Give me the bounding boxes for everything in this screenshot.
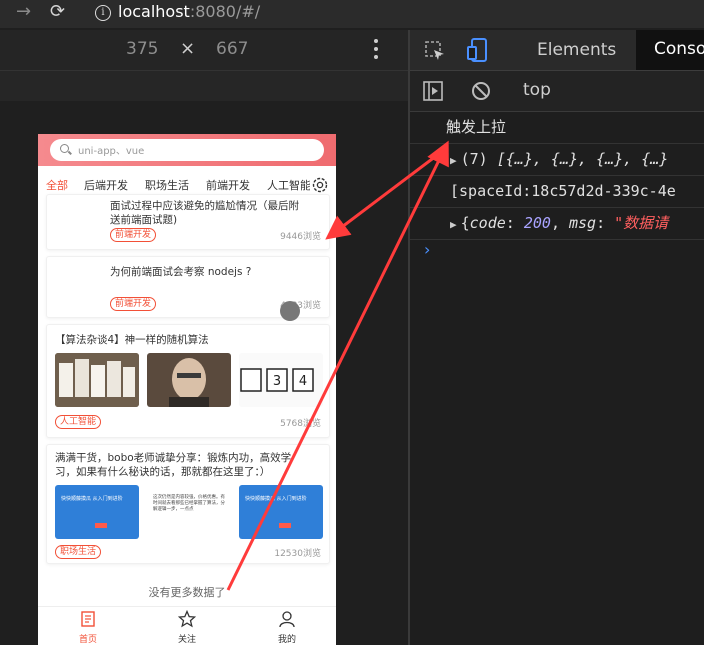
search-icon — [60, 144, 69, 153]
back-arrow-icon[interactable]: → — [16, 1, 31, 22]
clear-console-icon[interactable] — [470, 80, 492, 102]
console-line[interactable]: ▶ (7) [{…}, {…}, {…}, {…} — [410, 144, 704, 176]
svg-text:4: 4 — [299, 374, 307, 389]
context-selector[interactable]: top — [523, 80, 551, 100]
article-thumbnail — [55, 353, 139, 407]
tab-backend[interactable]: 后端开发 — [84, 177, 128, 193]
device-ruler — [0, 71, 408, 101]
article-card[interactable]: 满满干货，bobo老师诚挚分享：锻炼内功，高效学 习，如果有什么秘诀的话，那就都… — [46, 444, 330, 564]
tabbar-label: 我的 — [277, 635, 296, 645]
touch-cursor — [280, 301, 300, 321]
gear-icon[interactable] — [310, 175, 330, 195]
inspect-element-icon[interactable] — [424, 40, 446, 62]
star-icon — [177, 609, 197, 628]
article-card[interactable]: 【算法杂谈4】神一样的随机算法 34 人工智能 5768浏览 — [46, 324, 330, 438]
device-toolbar: 375 × 667 — [0, 30, 408, 71]
dimension-separator: × — [180, 38, 196, 59]
device-height-input[interactable]: 667 — [216, 39, 248, 59]
tabbar-follow[interactable]: 关注 — [157, 609, 217, 645]
console-output: 触发上拉 ▶ (7) [{…}, {…}, {…}, {…} [spaceId:1… — [410, 112, 704, 645]
search-input[interactable]: uni-app、vue — [50, 139, 324, 161]
info-icon[interactable]: i — [95, 5, 111, 21]
article-thumbnail — [147, 353, 231, 407]
article-thumbnail: 快快顺藤摸瓜 从入门到进阶 — [239, 485, 323, 539]
article-title: 满满干货，bobo老师诚挚分享：锻炼内功，高效学 习，如果有什么秘诀的话，那就都… — [55, 452, 292, 478]
device-width-input[interactable]: 375 — [126, 39, 158, 59]
article-thumbnail: 快快顺藤摸瓜 从入门到进阶 — [55, 485, 139, 539]
mobile-viewport: uni-app、vue 全部 后端开发 职场生活 前端开发 人工智能 面试过程中… — [38, 134, 336, 645]
svg-text:3: 3 — [273, 374, 281, 389]
category-tag: 职场生活 — [55, 545, 102, 559]
article-title: 【算法杂谈4】神一样的随机算法 — [55, 334, 209, 346]
view-count: 9446浏览 — [280, 232, 321, 242]
reload-icon[interactable]: ⟳ — [50, 1, 65, 22]
category-tag: 人工智能 — [55, 415, 102, 429]
more-options-icon[interactable] — [372, 39, 380, 61]
tab-all[interactable]: 全部 — [46, 177, 68, 193]
home-icon — [81, 611, 95, 627]
view-count: 12530浏览 — [274, 549, 321, 559]
article-thumbnail: 这次仍然是内容较强，价格优惠。有时间就去看那些已经掌握了算法，分解逻辑一步，一点… — [147, 485, 231, 539]
url-text[interactable]: localhost:8080/#/ — [118, 2, 260, 21]
console-prompt-icon[interactable]: › — [424, 240, 430, 259]
tab-frontend[interactable]: 前端开发 — [206, 177, 250, 193]
search-placeholder: uni-app、vue — [78, 146, 145, 157]
category-tabs: 全部 后端开发 职场生活 前端开发 人工智能 — [38, 174, 336, 196]
bottom-tabbar: 首页 关注 我的 — [38, 606, 336, 645]
console-toolbar: top — [410, 71, 704, 112]
tabbar-home[interactable]: 首页 — [58, 610, 118, 645]
no-more-data-text: 没有更多数据了 — [148, 586, 226, 599]
console-line: [spaceId:18c57d2d-339c-4e — [410, 176, 704, 208]
device-toggle-icon[interactable] — [466, 37, 490, 63]
article-thumbnail: 34 — [239, 353, 323, 407]
search-header: uni-app、vue — [38, 134, 336, 166]
tab-ai[interactable]: 人工智能 — [267, 177, 311, 193]
category-tag: 前端开发 — [110, 228, 157, 242]
article-card[interactable]: 面试过程中应该避免的尴尬情况（最后附 送前端面试题) 前端开发 9446浏览 — [46, 194, 330, 250]
user-icon — [279, 611, 295, 628]
console-line[interactable]: ▶ {code: 200, msg: "数据请 — [410, 208, 704, 240]
tab-elements[interactable]: Elements — [537, 40, 616, 60]
sidebar-toggle-icon[interactable] — [422, 80, 444, 102]
tabbar-mine[interactable]: 我的 — [257, 610, 317, 645]
tab-console[interactable]: Console — [636, 30, 704, 70]
article-title: 为何前端面试会考察 nodejs ? — [110, 266, 252, 278]
devtools-tabbar: Elements Console — [410, 30, 704, 71]
address-bar: → ⟳ i localhost:8080/#/ — [0, 0, 704, 28]
console-line: 触发上拉 — [410, 112, 704, 144]
view-count: 5768浏览 — [280, 419, 321, 429]
tabbar-label: 关注 — [177, 635, 196, 645]
tabbar-label: 首页 — [78, 635, 97, 645]
article-title: 面试过程中应该避免的尴尬情况（最后附 送前端面试题) — [110, 200, 299, 226]
tab-career[interactable]: 职场生活 — [145, 177, 189, 193]
category-tag: 前端开发 — [110, 297, 157, 311]
